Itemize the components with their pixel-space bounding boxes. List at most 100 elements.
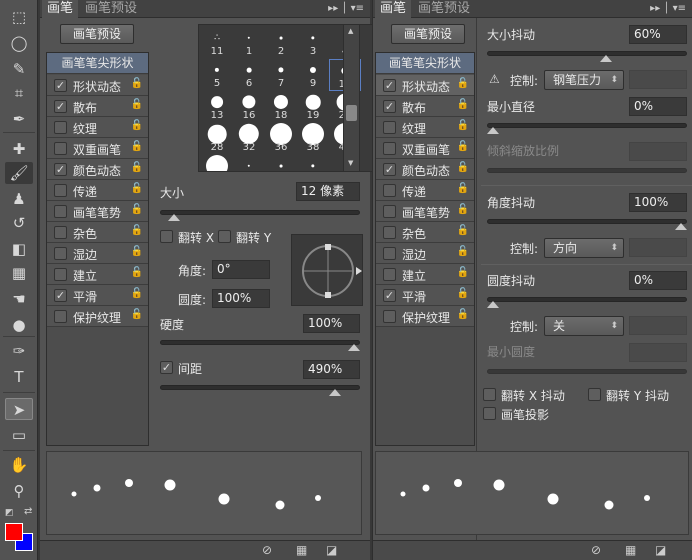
size-slider-thumb[interactable] [167,214,180,221]
checkbox[interactable] [383,226,396,239]
brush-tip[interactable]: 28 [201,123,233,155]
lock-icon[interactable]: 🔓 [457,183,469,194]
angle-roundness-widget[interactable] [291,234,363,306]
checkbox[interactable] [54,226,67,239]
brush-tip[interactable]: 2 [265,27,297,59]
min-diameter-slider-thumb[interactable] [487,127,499,134]
size-jitter-slider[interactable] [487,51,687,62]
lock-icon[interactable]: 🔓 [457,225,469,236]
stamp-icon[interactable]: ♟ [5,188,33,210]
rectangle-icon[interactable]: ▭ [5,424,33,446]
lock-icon[interactable]: 🔓 [457,204,469,215]
lock-icon[interactable]: 🔓 [131,225,143,236]
list-item[interactable]: 传递 🔓 [376,180,474,201]
healing-brush-icon[interactable]: ✚ [5,138,33,160]
quick-select-icon[interactable]: ✎ [5,58,33,80]
lock-icon[interactable]: 🔓 [457,141,469,152]
list-item[interactable]: ✓ 形状动态 🔓 [376,75,474,96]
roundness-control-select[interactable]: 关 ⬍ [544,316,624,336]
smudge-icon[interactable]: ☚ [5,288,33,310]
lock-icon[interactable]: 🔓 [131,99,143,110]
checked-checkbox[interactable]: ✓ [54,289,67,302]
new-brush-icon[interactable]: ◪ [655,543,666,557]
list-item[interactable]: ✓ 平滑 🔓 [376,285,474,306]
lasso-icon[interactable]: ◯ [5,32,33,54]
list-item[interactable]: 杂色 🔓 [47,222,148,243]
brush-tip[interactable] [201,155,233,171]
toggle-live-tip-icon[interactable]: ⊘ [591,543,601,557]
brush-tip[interactable]: 36 [265,123,297,155]
panel-menu-icon[interactable]: ▸▸ │ ▾≡ [650,0,686,18]
zoom-icon[interactable]: ⚲ [5,480,33,502]
checkbox[interactable] [54,142,67,155]
list-item[interactable]: 双重画笔 🔓 [47,138,148,159]
brush-tip[interactable] [233,155,265,171]
brush-tip[interactable]: 5 [201,59,233,91]
spacing-checkbox[interactable]: ✓ [160,361,173,374]
angle-control-select[interactable]: 方向 ⬍ [544,238,624,258]
brush-grid-icon[interactable]: ▦ [625,543,636,557]
eyedropper-icon[interactable]: ✒ [5,108,33,130]
size-input[interactable]: 12 像素 [296,182,360,201]
lock-icon[interactable]: 🔓 [457,162,469,173]
list-item[interactable]: 建立 🔓 [47,264,148,285]
path-select-icon[interactable]: ➤ [5,398,33,420]
toggle-live-tip-icon[interactable]: ⊘ [262,543,272,557]
list-item[interactable]: 建立 🔓 [376,264,474,285]
checkbox[interactable] [54,310,67,323]
size-jitter-slider-thumb[interactable] [599,55,612,62]
list-item[interactable]: 画笔笔势 🔓 [376,201,474,222]
flip-y-jitter-checkbox[interactable] [588,388,601,401]
roundness-input[interactable]: 100% [212,289,270,308]
lock-icon[interactable]: 🔓 [457,78,469,89]
scroll-down-icon[interactable]: ▼ [348,159,353,167]
hardness-input[interactable]: 100% [303,314,360,333]
lock-icon[interactable]: 🔓 [131,141,143,152]
spacing-input[interactable]: 490% [303,360,360,379]
list-item[interactable]: 湿边 🔓 [376,243,474,264]
brush-tip[interactable]: 19 [297,91,329,123]
checked-checkbox[interactable]: ✓ [383,163,396,176]
flip-y-checkbox[interactable] [218,230,231,243]
scroll-up-icon[interactable]: ▲ [348,27,353,35]
tab-brush[interactable]: 画笔 [42,0,79,18]
checked-checkbox[interactable]: ✓ [383,289,396,302]
list-item-brush-tip-shape[interactable]: 画笔笔尖形状 [47,53,148,74]
brush-tip[interactable]: 18 [265,91,297,123]
checkbox[interactable] [54,121,67,134]
checkbox[interactable] [383,184,396,197]
list-item[interactable]: ✓ 形状动态 🔓 [47,75,148,96]
size-control-select[interactable]: 钢笔压力 ⬍ [544,70,624,90]
list-item[interactable]: 保护纹理 🔓 [376,306,474,327]
roundness-jitter-input[interactable]: 0% [629,271,687,290]
angle-jitter-input[interactable]: 100% [629,193,687,212]
pen-icon[interactable]: ✑ [5,340,33,362]
lock-icon[interactable]: 🔓 [131,183,143,194]
brush-tip[interactable]: 3 [297,27,329,59]
list-item-brush-tip-shape[interactable]: 画笔笔尖形状 [376,53,474,74]
roundness-jitter-slider-thumb[interactable] [487,301,499,308]
spacing-slider[interactable] [160,385,360,396]
brush-tip[interactable]: 9 [297,59,329,91]
tab-brush[interactable]: 画笔 [375,0,412,18]
lock-icon[interactable]: 🔓 [131,78,143,89]
brush-tip[interactable] [265,155,297,171]
lock-icon[interactable]: 🔓 [131,162,143,173]
new-brush-icon[interactable]: ◪ [326,543,337,557]
list-item[interactable]: 传递 🔓 [47,180,148,201]
size-slider[interactable] [160,210,360,221]
type-icon[interactable]: T [5,366,33,388]
flip-x-jitter-checkbox[interactable] [483,388,496,401]
brush-grid-icon[interactable]: ▦ [296,543,307,557]
size-jitter-input[interactable]: 60% [629,25,687,44]
dodge-icon[interactable]: ● [5,314,33,336]
rect-marquee-icon[interactable]: ⬚ [5,6,33,28]
brush-tip[interactable]: 16 [233,91,265,123]
checkbox[interactable] [383,247,396,260]
list-item[interactable]: ✓ 散布 🔓 [47,96,148,117]
list-item[interactable]: 杂色 🔓 [376,222,474,243]
checkbox[interactable] [54,205,67,218]
hand-icon[interactable]: ✋ [5,454,33,476]
flip-x-checkbox[interactable] [160,230,173,243]
lock-icon[interactable]: 🔓 [457,246,469,257]
